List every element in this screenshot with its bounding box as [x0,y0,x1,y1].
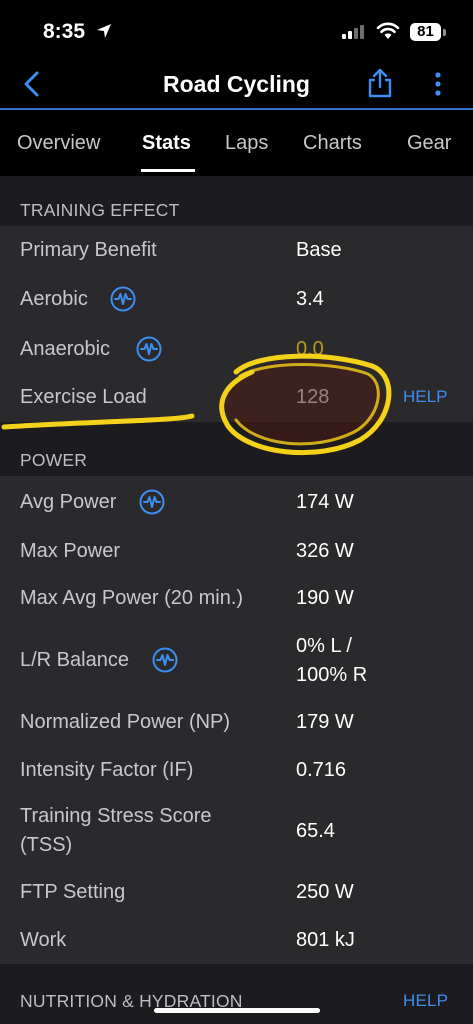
stat-value: 326 W [296,540,354,562]
stat-label-line2: (TSS) [20,834,73,856]
stat-value: Base [296,239,342,261]
tab-laps[interactable]: Laps [225,132,268,155]
status-bar: 8:35 81 [0,0,473,62]
section-header-power: POWER [0,422,473,476]
stat-label: Intensity Factor (IF) [20,759,194,781]
tab-stats[interactable]: Stats [142,132,191,155]
stat-value: 128 [296,386,330,408]
tab-charts[interactable]: Charts [303,132,362,155]
stat-row: Anaerobic 0.0 [0,324,473,373]
wifi-icon [376,22,400,39]
training-effect-list: Primary Benefit Base Aerobic 3.4 Anaerob… [0,226,473,422]
anaerobic-info-icon[interactable] [136,336,162,362]
stat-value: 190 W [296,587,354,609]
tab-gear[interactable]: Gear [407,132,451,155]
stat-label: Max Power [20,540,121,562]
training-effect-help-link[interactable]: HELP [403,387,447,407]
more-options-icon[interactable] [430,70,446,98]
stat-label: Normalized Power (NP) [20,711,231,733]
section-header-nutrition: NUTRITION & HYDRATION HELP [0,964,473,1024]
page-title: Road Cycling [163,71,310,97]
stat-label: Anaerobic [20,338,111,360]
active-tab-indicator [141,169,195,172]
stat-label: Primary Benefit [20,239,157,261]
lr-balance-info-icon[interactable] [152,647,178,673]
aerobic-info-icon[interactable] [110,286,136,312]
stat-value: 801 kJ [296,929,355,951]
stat-row: Aerobic 3.4 [0,275,473,324]
stat-row: Work 801 kJ [0,918,473,964]
stat-label: L/R Balance [20,649,129,671]
stat-label: Exercise Load [20,386,147,408]
tab-overview[interactable]: Overview [17,132,100,155]
stat-label: Work [20,929,67,951]
location-arrow-icon [97,24,111,38]
share-icon[interactable] [366,67,394,99]
stat-value: 3.4 [296,288,324,310]
stat-value: 0.716 [296,759,347,781]
stat-label: Avg Power [20,491,117,513]
stat-value-line1: 0% L / [296,635,352,657]
stat-value: 0.0 [296,338,324,360]
stat-value: 179 W [296,711,354,733]
nutrition-help-link[interactable]: HELP [403,991,448,1011]
avg-power-info-icon[interactable] [139,489,165,515]
stat-row: Avg Power 174 W [0,476,473,526]
stat-value: 250 W [296,881,354,903]
battery-cap [443,29,446,36]
section-title: POWER [20,450,88,470]
stat-row: Normalized Power (NP) 179 W [0,700,473,748]
stat-label-line1: Training Stress Score [20,805,212,827]
stat-value: 65.4 [296,820,335,842]
stat-row: Intensity Factor (IF) 0.716 [0,748,473,796]
cellular-signal-icon [342,25,364,39]
stat-label: FTP Setting [20,881,126,903]
stat-row: Max Avg Power (20 min.) 190 W [0,574,473,622]
nav-bar: Road Cycling [0,62,473,110]
home-indicator [154,1008,320,1013]
stat-row: Max Power 326 W [0,526,473,574]
stat-row: Primary Benefit Base [0,226,473,275]
stat-row: Exercise Load 128 HELP [0,373,473,422]
stat-row: Training Stress Score (TSS) 65.4 [0,796,473,874]
stat-row: L/R Balance 0% L / 100% R [0,622,473,700]
battery-indicator: 81 [410,23,441,41]
stat-value-line2: 100% R [296,664,368,686]
stat-label: Max Avg Power (20 min.) [20,587,244,609]
stat-row: FTP Setting 250 W [0,874,473,918]
power-list: Avg Power 174 W Max Power 326 W Max Avg … [0,476,473,964]
stat-label: Aerobic [20,288,88,310]
stat-value: 174 W [296,491,354,513]
section-header-training-effect: TRAINING EFFECT [0,176,473,226]
status-time: 8:35 [43,20,86,43]
section-title: TRAINING EFFECT [20,200,180,220]
tab-bar: Overview Stats Laps Charts Gear [0,110,473,176]
